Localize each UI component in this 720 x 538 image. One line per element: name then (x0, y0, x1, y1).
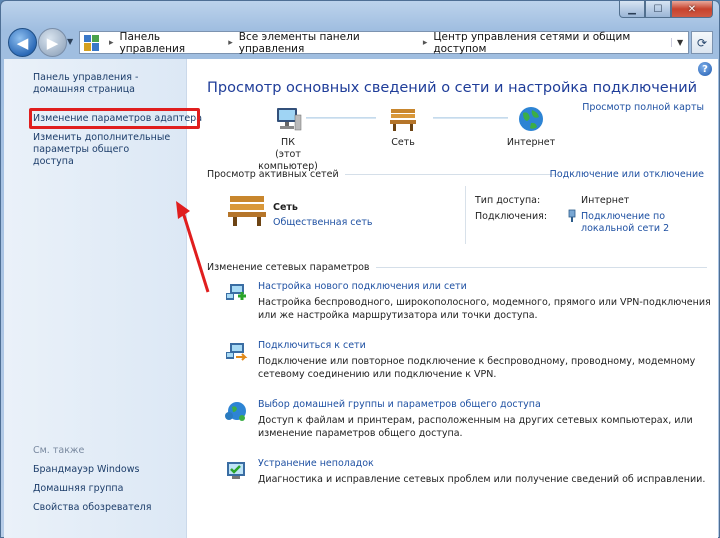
main-panel: Просмотр основных сведений о сети и наст… (188, 59, 718, 538)
breadcrumb-separator[interactable]: ▸ (423, 38, 428, 48)
bench-icon (390, 109, 416, 131)
active-networks-header: Просмотр активных сетей (207, 169, 557, 180)
map-node-internet[interactable]: Интернет (496, 105, 566, 149)
access-type-label: Тип доступа: (475, 195, 541, 206)
pc-label: ПК (281, 137, 295, 148)
refresh-button[interactable]: ⟳ (691, 31, 713, 54)
bench-icon (228, 196, 266, 226)
map-node-pc[interactable]: ПК (этот компьютер) (248, 105, 328, 173)
breadcrumb-separator[interactable]: ▸ (109, 38, 114, 48)
ethernet-plug-icon (568, 209, 576, 222)
connect-network-icon (226, 343, 248, 361)
active-network-name: Сеть (273, 202, 298, 213)
new-connection-icon (226, 284, 246, 300)
troubleshoot-icon (227, 462, 245, 479)
access-type-value: Интернет (581, 195, 630, 206)
window-frame: ▁ ☐ ✕ ◀ ▶ ▼ ▸ Панель управления ▸ Все эл… (0, 0, 720, 538)
task-description: Настройка беспроводного, широкополосного… (258, 297, 711, 321)
breadcrumb-network-center[interactable]: Центр управления сетями и общим доступом (433, 31, 671, 55)
connection-link[interactable]: Подключение по локальной сети 2 (581, 211, 676, 235)
history-dropdown-icon[interactable]: ▼ (67, 37, 73, 46)
breadcrumb-all-items[interactable]: Все элементы панели управления (239, 31, 417, 55)
see-also-homegroup[interactable]: Домашняя группа (33, 483, 123, 495)
globe-icon (519, 107, 543, 131)
see-also-firewall[interactable]: Брандмауэр Windows (33, 464, 139, 476)
sidebar: Панель управления - домашняя страница Из… (4, 59, 202, 538)
breadcrumb-control-panel[interactable]: Панель управления (120, 31, 223, 55)
content-area: Панель управления - домашняя страница Из… (4, 59, 718, 538)
maximize-icon: ☐ (653, 3, 663, 15)
task-description: Доступ к файлам и принтерам, расположенн… (258, 415, 693, 439)
change-settings-title: Изменение сетевых параметров (207, 262, 370, 273)
connect-disconnect-link[interactable]: Подключение или отключение (550, 169, 704, 180)
task-title[interactable]: Настройка нового подключения или сети (258, 281, 467, 292)
page-title: Просмотр основных сведений о сети и наст… (207, 80, 698, 96)
adapter-link-highlight (29, 108, 200, 129)
close-icon: ✕ (687, 3, 697, 15)
sidebar-link-home[interactable]: Панель управления - домашняя страница (33, 72, 183, 96)
active-networks-title: Просмотр активных сетей (207, 169, 339, 180)
address-dropdown-icon[interactable]: ▼ (671, 38, 688, 47)
task-description: Диагностика и исправление сетевых пробле… (258, 474, 706, 485)
back-button[interactable]: ◀ (8, 28, 37, 57)
refresh-icon: ⟳ (696, 35, 708, 50)
change-settings-header: Изменение сетевых параметров (207, 262, 707, 273)
map-node-network[interactable]: Сеть (378, 105, 428, 149)
computer-icon (277, 108, 302, 131)
divider (375, 267, 707, 268)
address-bar[interactable]: ▸ Панель управления ▸ Все элементы панел… (79, 31, 689, 55)
network-node-label: Сеть (391, 137, 415, 148)
full-map-link[interactable]: Просмотр полной карты (582, 102, 704, 113)
control-panel-icon (84, 34, 100, 51)
task-title[interactable]: Выбор домашней группы и параметров общег… (258, 399, 541, 410)
task-title[interactable]: Подключиться к сети (258, 340, 366, 351)
see-also-label: См. также (33, 445, 85, 456)
divider (465, 186, 466, 244)
maximize-button[interactable]: ☐ (645, 1, 671, 18)
homegroup-icon (225, 402, 246, 421)
close-button[interactable]: ✕ (671, 1, 713, 18)
divider (344, 174, 557, 175)
breadcrumb-separator[interactable]: ▸ (228, 38, 233, 48)
forward-arrow-icon: ▶ (46, 33, 59, 52)
task-title[interactable]: Устранение неполадок (258, 458, 374, 469)
forward-button[interactable]: ▶ (38, 28, 67, 57)
minimize-button[interactable]: ▁ (619, 1, 645, 18)
minimize-icon: ▁ (628, 3, 636, 15)
map-connector (306, 117, 376, 119)
sidebar-link-advanced-sharing[interactable]: Изменить дополнительные параметры общего… (33, 132, 173, 168)
connections-label: Подключения: (475, 211, 548, 222)
back-arrow-icon: ◀ (16, 33, 29, 52)
network-type-link[interactable]: Общественная сеть (273, 217, 373, 228)
task-description: Подключение или повторное подключение к … (258, 356, 696, 380)
internet-node-label: Интернет (506, 137, 556, 148)
see-also-internet-options[interactable]: Свойства обозревателя (33, 502, 151, 514)
window-controls: ▁ ☐ ✕ (619, 1, 713, 18)
